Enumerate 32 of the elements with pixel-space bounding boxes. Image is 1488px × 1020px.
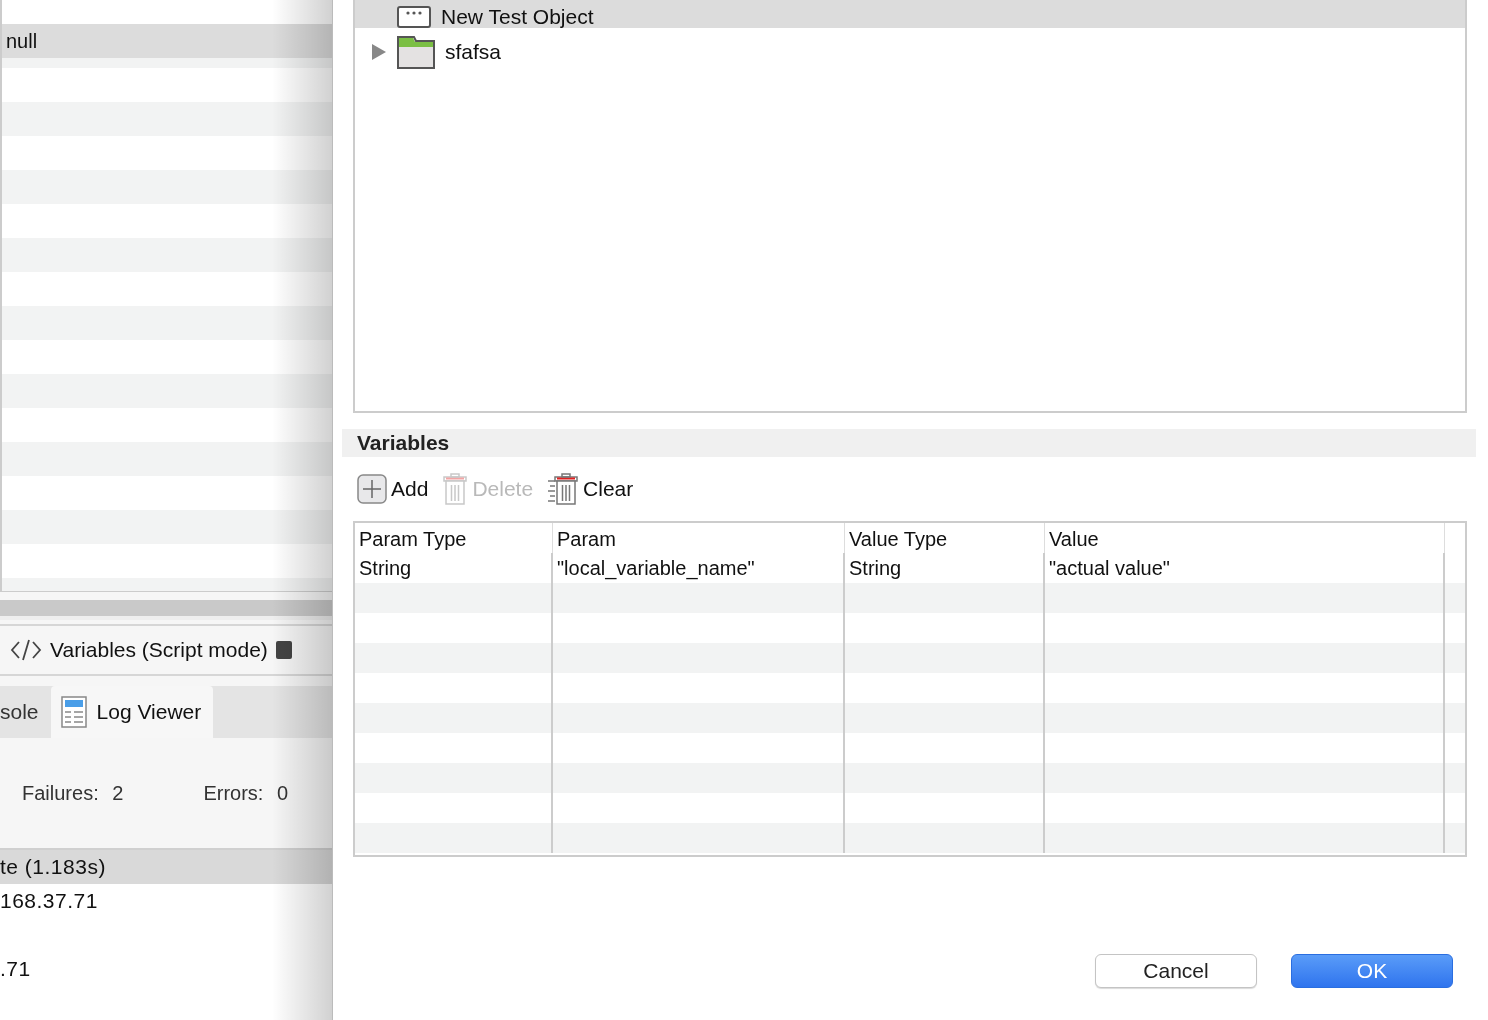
table-cell xyxy=(1445,763,1465,793)
list-row[interactable]: null xyxy=(2,24,332,58)
ok-button[interactable]: OK xyxy=(1291,954,1453,988)
summary-count: Failures: 2 xyxy=(22,781,124,805)
table-cell: String xyxy=(355,553,553,583)
expand-icon[interactable] xyxy=(371,43,387,61)
toolbar-button[interactable]: Add xyxy=(357,474,429,504)
dark-square-icon xyxy=(275,641,292,659)
log-icon xyxy=(60,696,87,728)
add-icon xyxy=(357,474,387,504)
table-cell xyxy=(1445,823,1465,853)
summary-count: Errors: 0 xyxy=(203,781,289,805)
table-cell xyxy=(1445,643,1465,673)
splitter-bar[interactable] xyxy=(0,600,332,620)
tab[interactable]: Log Viewer xyxy=(50,686,214,738)
code-icon xyxy=(10,639,42,661)
tree-item[interactable]: New Test Object xyxy=(355,0,1465,28)
variables-view-label[interactable]: Variables (Script mode) xyxy=(50,638,268,662)
table-cell: String xyxy=(845,553,1045,583)
tree-item[interactable]: sfafsa xyxy=(355,28,1465,76)
object-icon xyxy=(397,6,431,28)
section-title: Variables xyxy=(342,429,1476,457)
clear-list-icon xyxy=(547,473,580,505)
trash-icon xyxy=(442,473,469,505)
folder-icon xyxy=(397,35,435,69)
table-cell xyxy=(1445,583,1465,613)
table-cell: "local_variable_name" xyxy=(553,553,845,583)
cancel-button[interactable]: Cancel xyxy=(1095,954,1257,988)
log-row[interactable]: te (1.183s) xyxy=(0,850,332,884)
table-cell xyxy=(1445,703,1465,733)
toolbar-button[interactable]: Clear xyxy=(547,473,634,505)
table-cell: "actual value" xyxy=(1045,553,1445,583)
